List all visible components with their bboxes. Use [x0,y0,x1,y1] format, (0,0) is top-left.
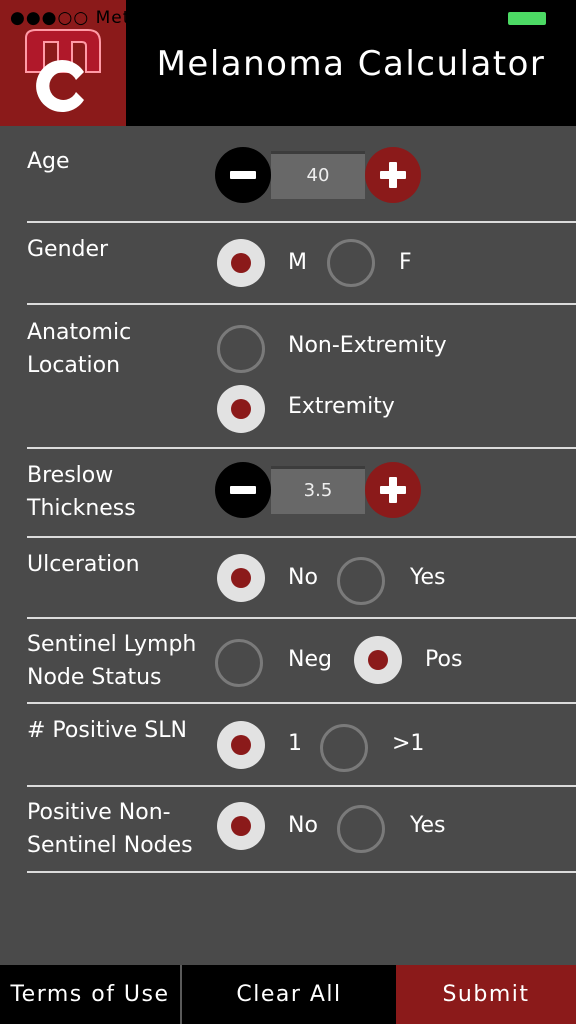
non-sentinel-label: Positive Non- Sentinel Nodes [27,796,207,862]
non-sentinel-no-radio[interactable] [217,802,265,850]
location-extremity-radio[interactable] [217,385,265,433]
non-sentinel-no-label: No [288,813,318,838]
page-title: Melanoma Calculator [156,44,546,84]
ulceration-no-label: No [288,565,318,590]
clear-all-button[interactable]: Clear All [182,965,396,1024]
sln-neg-radio[interactable] [215,639,263,687]
positive-sln-label: # Positive SLN [27,718,187,743]
anatomic-label-line2: Location [27,353,121,378]
breslow-label-line1: Breslow [27,463,114,488]
submit-button[interactable]: Submit [396,965,576,1024]
calculator-form: Age 40 Gender M F Anatomic Location Non-… [0,126,576,873]
breslow-decrement-button[interactable] [215,462,271,518]
breslow-stepper: 3.5 [215,462,421,518]
footer-bar: Terms of Use Clear All Submit [0,965,576,1024]
age-value[interactable]: 40 [271,151,365,199]
row-positive-sln: # Positive SLN 1 >1 [27,704,576,787]
status-carrier: ●●●○○ Metr [10,8,139,28]
sln-neg-label: Neg [288,647,332,672]
location-extremity-label: Extremity [288,394,395,419]
location-non-extremity-label: Non-Extremity [288,333,447,358]
non-sentinel-label-line1: Positive Non- [27,800,171,825]
row-anatomic-location: Anatomic Location Non-Extremity Extremit… [27,305,576,449]
positive-sln-gt1-radio[interactable] [320,724,368,772]
ulceration-label: Ulceration [27,552,140,577]
sln-pos-radio[interactable] [354,636,402,684]
non-sentinel-yes-label: Yes [410,813,446,838]
positive-sln-1-label: 1 [288,731,302,756]
non-sentinel-yes-radio[interactable] [337,805,385,853]
age-label: Age [27,149,70,174]
sln-pos-label: Pos [425,647,463,672]
breslow-label: Breslow Thickness [27,459,207,525]
breslow-label-line2: Thickness [27,496,136,521]
gender-label: Gender [27,237,109,262]
sln-status-label: Sentinel Lymph Node Status [27,628,207,694]
anatomic-location-label: Anatomic Location [27,316,207,382]
age-stepper: 40 [215,147,421,203]
gender-m-label: M [288,250,307,275]
row-non-sentinel: Positive Non- Sentinel Nodes No Yes [27,787,576,873]
breslow-increment-button[interactable] [365,462,421,518]
ulceration-yes-label: Yes [410,565,446,590]
row-breslow-thickness: Breslow Thickness 3.5 [27,449,576,538]
age-increment-button[interactable] [365,147,421,203]
positive-sln-gt1-label: >1 [392,731,425,756]
sln-label-line2: Node Status [27,665,162,690]
age-decrement-button[interactable] [215,147,271,203]
ulceration-yes-radio[interactable] [337,557,385,605]
breslow-value[interactable]: 3.5 [271,466,365,514]
row-sln-status: Sentinel Lymph Node Status Neg Pos [27,619,576,704]
gender-f-label: F [399,250,412,275]
row-ulceration: Ulceration No Yes [27,538,576,619]
sln-label-line1: Sentinel Lymph [27,632,197,657]
gender-m-radio[interactable] [217,239,265,287]
row-age: Age 40 [27,126,576,223]
ulceration-no-radio[interactable] [217,554,265,602]
gender-f-radio[interactable] [327,239,375,287]
row-gender: Gender M F [27,223,576,305]
non-sentinel-label-line2: Sentinel Nodes [27,833,193,858]
terms-of-use-button[interactable]: Terms of Use [0,965,180,1024]
anatomic-label-line1: Anatomic [27,320,132,345]
positive-sln-1-radio[interactable] [217,721,265,769]
app-header: ●●●○○ Metr Melanoma Calculator [0,0,576,126]
location-non-extremity-radio[interactable] [217,325,265,373]
